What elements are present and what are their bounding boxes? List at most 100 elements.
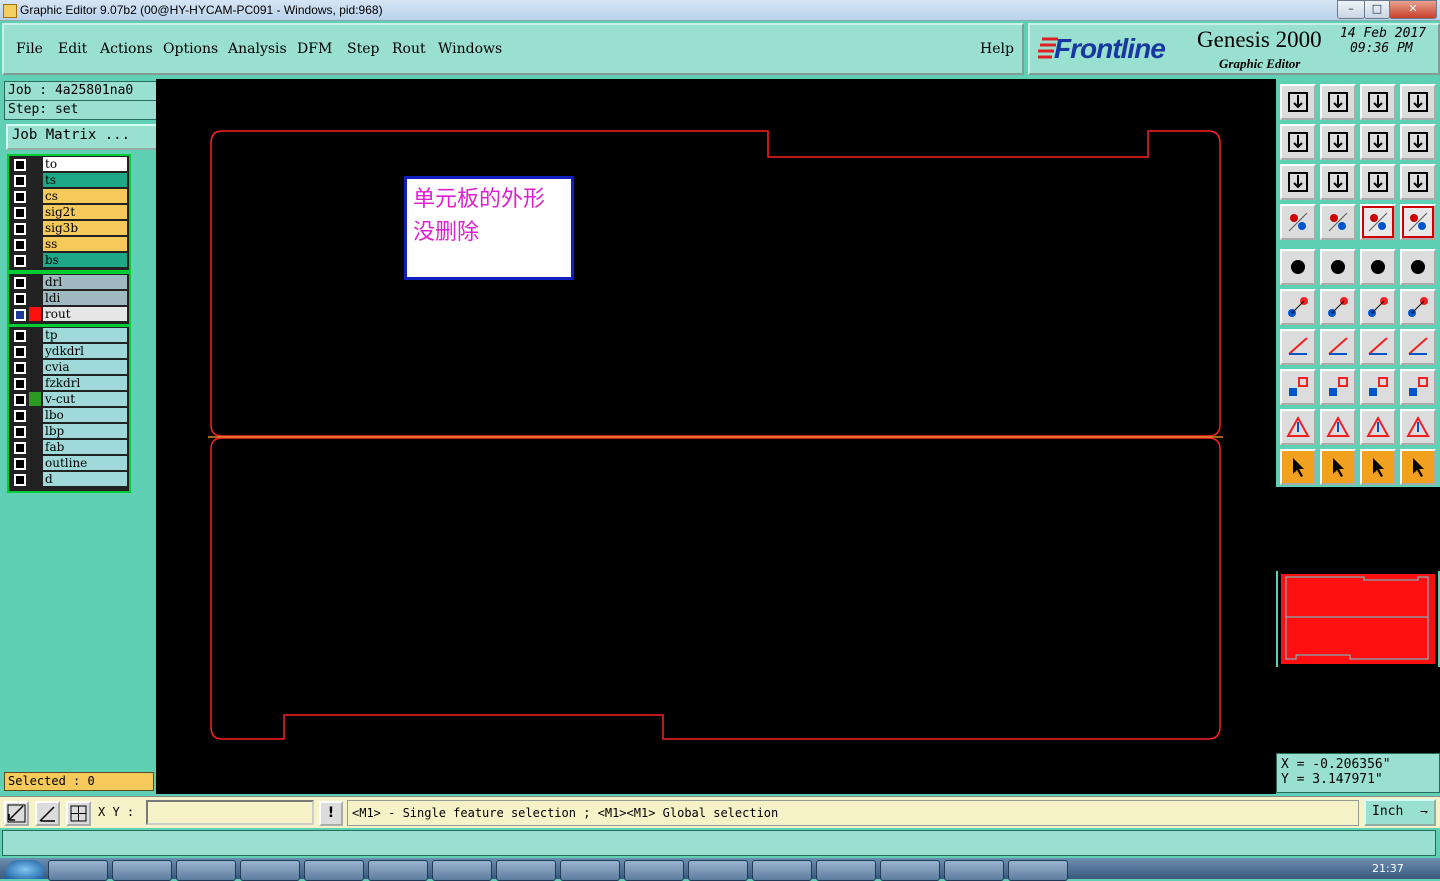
start-button[interactable] <box>6 860 44 879</box>
layer-checkbox[interactable] <box>14 175 26 187</box>
ruler-icon[interactable] <box>1360 249 1396 285</box>
connect-icon[interactable] <box>1280 289 1316 325</box>
task-app-7[interactable] <box>432 860 492 881</box>
layer-row-sig2t[interactable]: sig2t <box>9 204 129 220</box>
grid-icon[interactable] <box>66 801 91 826</box>
task-app-2[interactable] <box>112 860 172 881</box>
layer-row-bs[interactable]: bs <box>9 252 129 268</box>
select-path-icon[interactable] <box>1400 449 1436 485</box>
menu-analysis[interactable]: Analysis <box>228 41 287 57</box>
rotate-icon[interactable] <box>1360 329 1396 365</box>
layer-row-cvia[interactable]: cvia <box>9 359 129 375</box>
shapes-icon[interactable] <box>1400 369 1436 405</box>
layer-checkbox[interactable] <box>14 378 26 390</box>
task-app-5[interactable] <box>304 860 364 881</box>
layer-name[interactable]: outline <box>43 456 127 470</box>
task-app-8[interactable] <box>496 860 556 881</box>
select-box-icon[interactable] <box>1320 449 1356 485</box>
arc-a-icon[interactable] <box>1320 409 1356 445</box>
menu-options[interactable]: Options <box>163 41 218 57</box>
layer-checkbox[interactable] <box>14 293 26 305</box>
zoom-in-icon[interactable] <box>1280 124 1316 160</box>
layer-name[interactable]: drl <box>43 275 127 289</box>
layer-checkbox[interactable] <box>14 346 26 358</box>
layer-row-sig3b[interactable]: sig3b <box>9 220 129 236</box>
layer-name[interactable]: ldi <box>43 291 127 305</box>
menu-edit[interactable]: Edit <box>58 41 87 57</box>
layer-checkbox[interactable] <box>14 362 26 374</box>
home-icon[interactable] <box>1360 84 1396 120</box>
move-point-icon[interactable] <box>1360 289 1396 325</box>
layer-checkbox[interactable] <box>14 410 26 422</box>
task-app-16[interactable] <box>1008 860 1068 881</box>
task-app-13[interactable] <box>816 860 876 881</box>
add-line-icon[interactable] <box>1320 249 1356 285</box>
measure-icon[interactable] <box>35 801 60 826</box>
layer-checkbox[interactable] <box>14 159 26 171</box>
task-app-11[interactable] <box>688 860 748 881</box>
settings-icon[interactable] <box>1280 204 1316 240</box>
select-circle-icon[interactable] <box>1360 449 1396 485</box>
task-app-12[interactable] <box>752 860 812 881</box>
line-edit-icon[interactable] <box>1320 369 1356 405</box>
layer-name[interactable]: rout <box>43 307 127 321</box>
layer-name[interactable]: fab <box>43 440 127 454</box>
layer-checkbox[interactable] <box>14 277 26 289</box>
close-button[interactable]: ✕ <box>1389 0 1437 19</box>
units-selector[interactable]: Inch ⇁ <box>1364 799 1436 826</box>
layer-row-ss[interactable]: ss <box>9 236 129 252</box>
layer-row-ts[interactable]: ts <box>9 172 129 188</box>
menu-rout[interactable]: Rout <box>392 41 426 57</box>
layer-checkbox[interactable] <box>14 223 26 235</box>
layer-name[interactable]: bs <box>43 253 127 267</box>
move-point2-icon[interactable] <box>1400 289 1436 325</box>
scale-icon[interactable] <box>1360 164 1396 200</box>
menu-dfm[interactable]: DFM <box>297 41 332 57</box>
layer-checkbox[interactable] <box>14 426 26 438</box>
layer-row-lbo[interactable]: lbo <box>9 407 129 423</box>
layer-checkbox[interactable] <box>14 239 26 251</box>
layer-checkbox[interactable] <box>14 255 26 267</box>
maximize-button[interactable]: □ <box>1364 0 1390 19</box>
task-app-3[interactable] <box>176 860 236 881</box>
layer-name[interactable]: ss <box>43 237 127 251</box>
menu-step[interactable]: Step <box>347 41 379 57</box>
menu-file[interactable]: File <box>16 41 43 57</box>
layer-checkbox[interactable] <box>14 394 26 406</box>
layer-row-fzkdrl[interactable]: fzkdrl <box>9 375 129 391</box>
layer-checkbox[interactable] <box>14 474 26 486</box>
layer-name[interactable]: d <box>43 472 127 486</box>
layer-checkbox[interactable] <box>14 207 26 219</box>
task-app-15[interactable] <box>944 860 1004 881</box>
select-arrow-icon[interactable] <box>1280 449 1316 485</box>
layer-checkbox[interactable] <box>14 442 26 454</box>
layer-row-fab[interactable]: fab <box>9 439 129 455</box>
task-app-1[interactable] <box>48 860 108 881</box>
layer-checkbox[interactable] <box>14 191 26 203</box>
task-app-9[interactable] <box>560 860 620 881</box>
layer-name[interactable]: sig2t <box>43 205 127 219</box>
triangle-icon[interactable] <box>1280 409 1316 445</box>
fit-icon[interactable] <box>1280 164 1316 200</box>
menu-help[interactable]: Help <box>980 41 1014 57</box>
undo-icon[interactable] <box>1360 124 1396 160</box>
layer-row-d[interactable]: d <box>9 471 129 487</box>
overview-thumbnail[interactable] <box>1278 571 1438 667</box>
transform-icon[interactable] <box>1280 369 1316 405</box>
layer-checkbox[interactable] <box>14 458 26 470</box>
layer-row-lbp[interactable]: lbp <box>9 423 129 439</box>
layer-row-tp[interactable]: tp <box>9 327 129 343</box>
save-icon[interactable] <box>1320 84 1356 120</box>
slope-icon[interactable] <box>1320 329 1356 365</box>
task-app-6[interactable] <box>368 860 428 881</box>
round-pad-icon[interactable] <box>1400 249 1436 285</box>
layer-row-cs[interactable]: cs <box>9 188 129 204</box>
layer-name[interactable]: lbp <box>43 424 127 438</box>
minimize-button[interactable]: – <box>1337 0 1365 19</box>
redo-icon[interactable] <box>1400 124 1436 160</box>
task-app-10[interactable] <box>624 860 684 881</box>
task-app-4[interactable] <box>240 860 300 881</box>
layer-name[interactable]: fzkdrl <box>43 376 127 390</box>
split-view-icon[interactable] <box>1400 84 1436 120</box>
alert-icon[interactable]: ! <box>319 801 343 826</box>
